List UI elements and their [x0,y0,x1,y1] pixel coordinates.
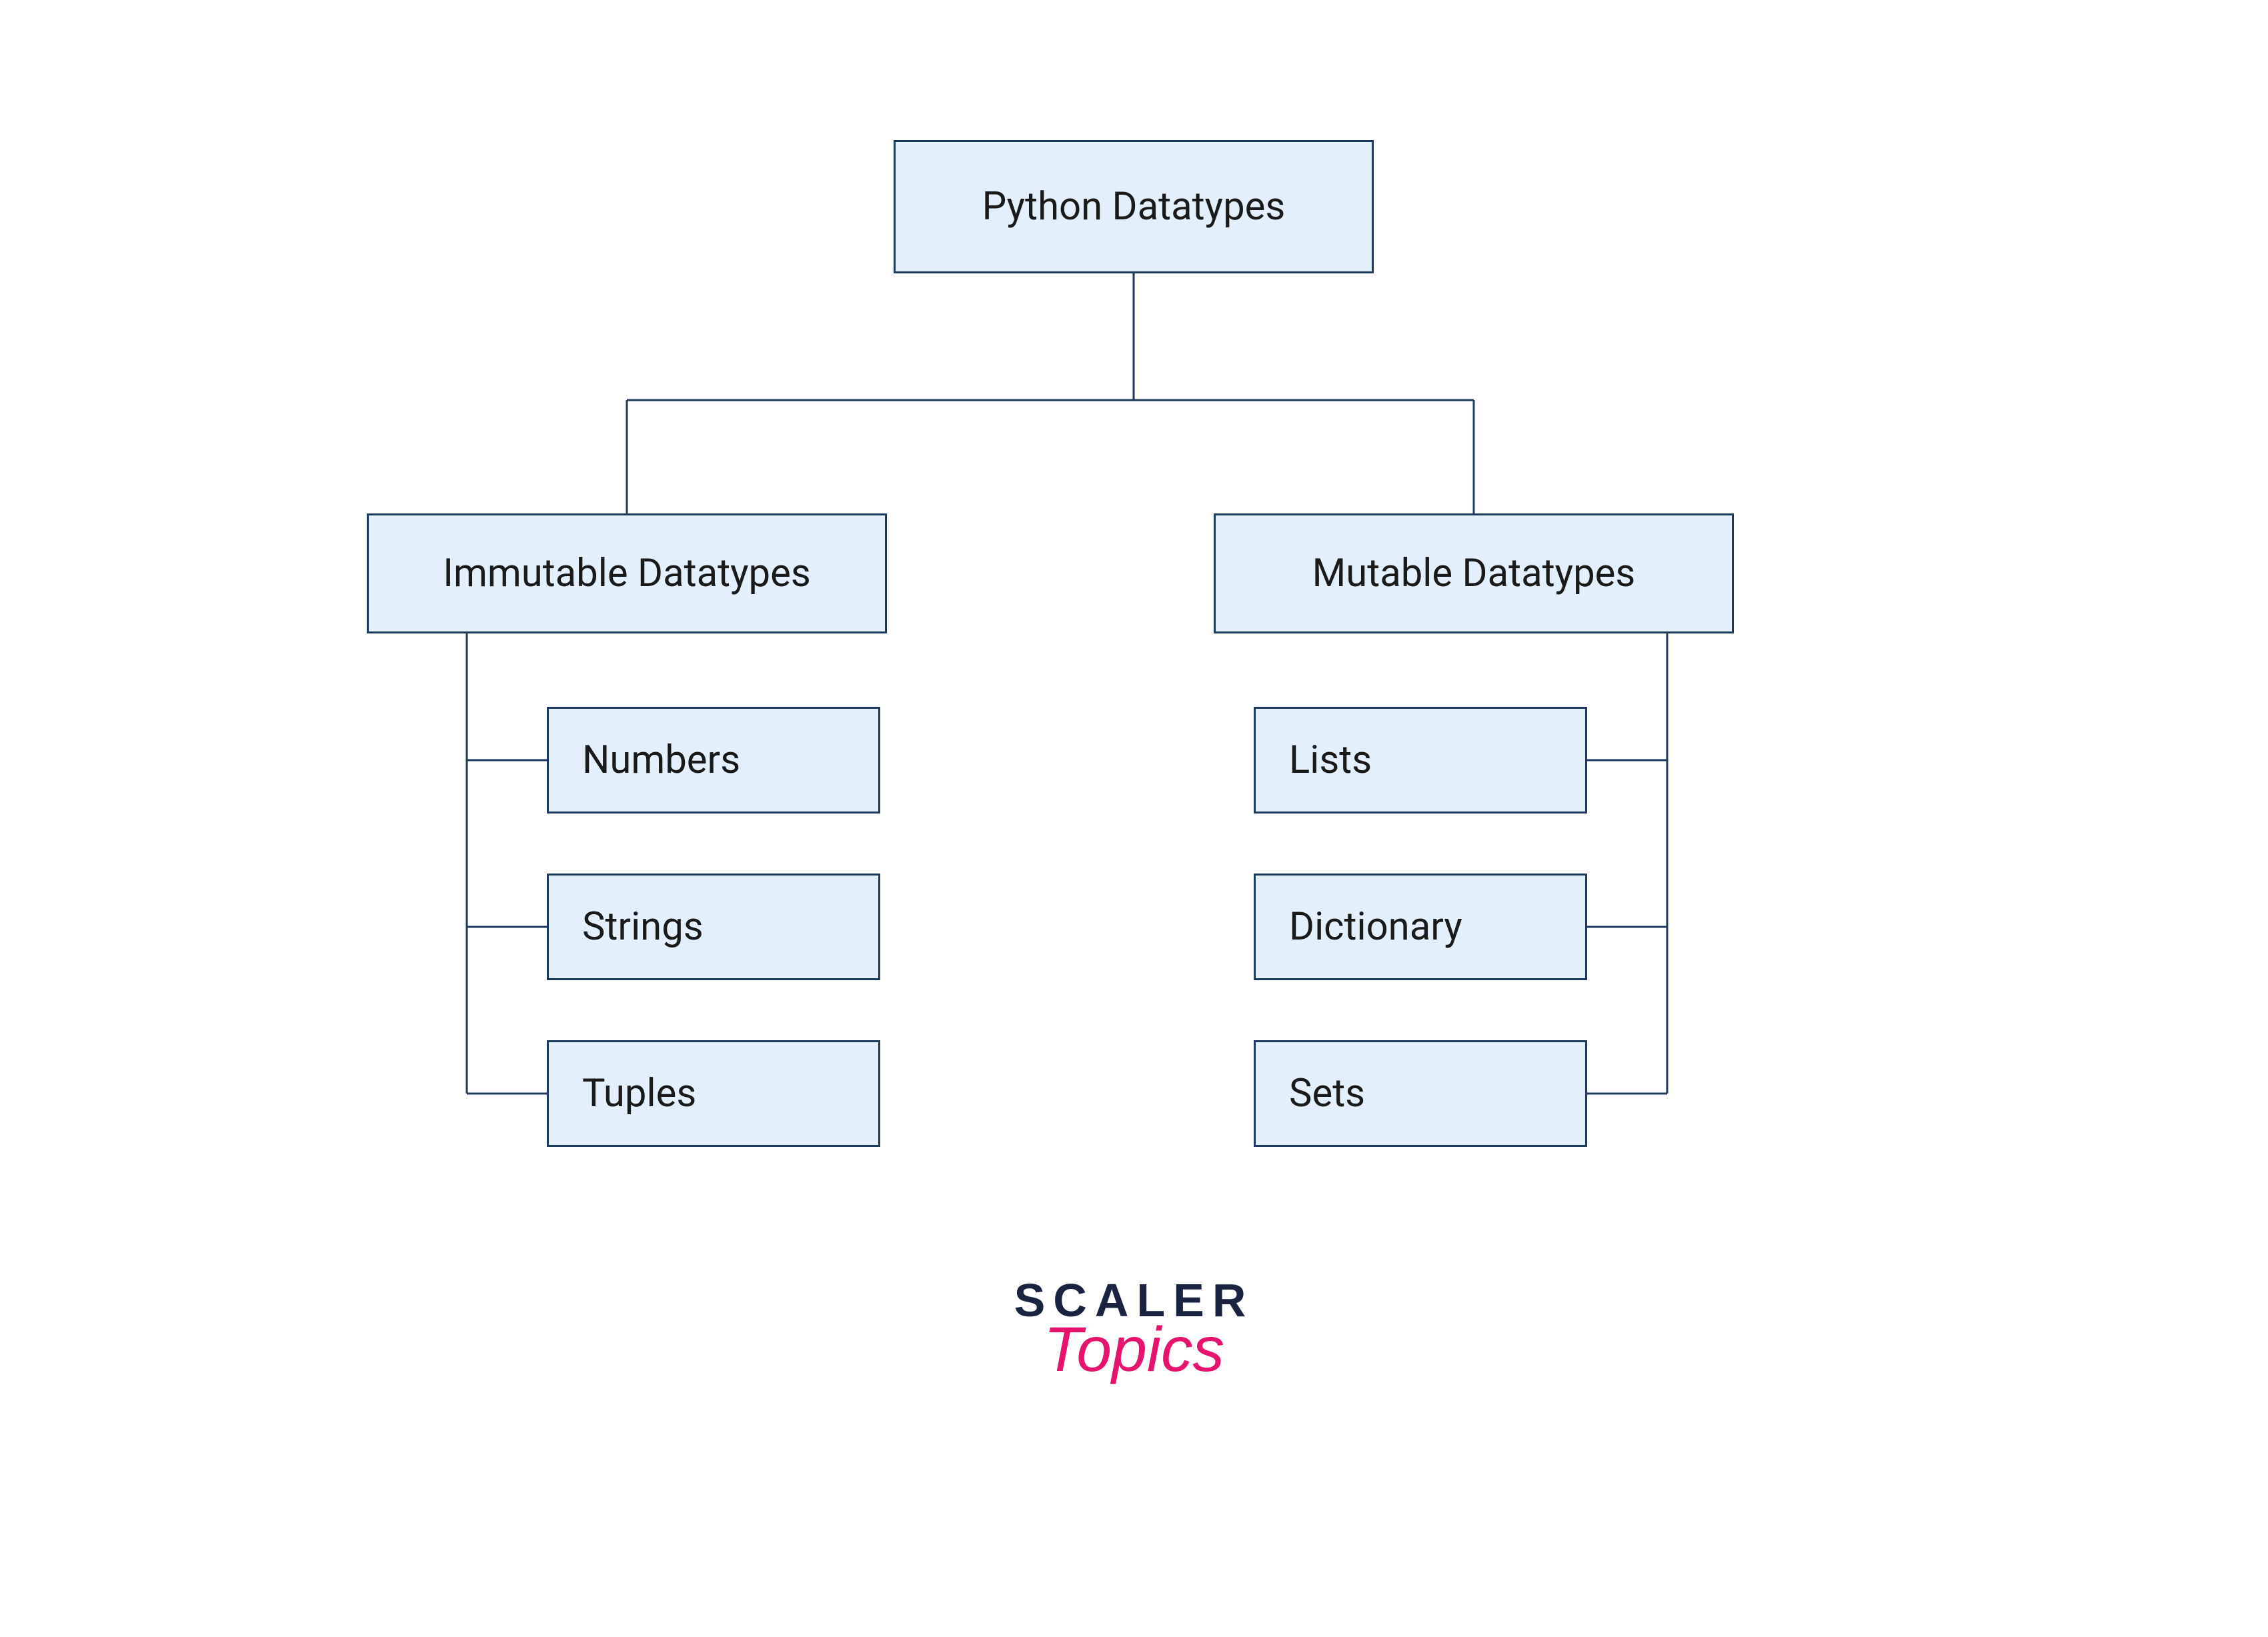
scaler-topics-logo: SCALER Topics [1014,1274,1254,1386]
immutable-label: Immutable Datatypes [443,551,811,596]
leaf-label: Numbers [582,737,740,783]
leaf-lists: Lists [1254,707,1587,813]
leaf-label: Sets [1289,1071,1365,1116]
leaf-strings: Strings [547,874,880,980]
leaf-dictionary: Dictionary [1254,874,1587,980]
python-datatypes-diagram: Python Datatypes Immutable Datatypes Mut… [0,0,2268,1637]
leaf-label: Strings [582,904,704,950]
leaf-tuples: Tuples [547,1040,880,1147]
mutable-label: Mutable Datatypes [1312,551,1636,596]
leaf-label: Tuples [582,1071,696,1116]
leaf-sets: Sets [1254,1040,1587,1147]
leaf-label: Lists [1289,737,1372,783]
leaf-numbers: Numbers [547,707,880,813]
logo-line2: Topics [1014,1314,1254,1386]
immutable-category-node: Immutable Datatypes [367,513,887,633]
mutable-category-node: Mutable Datatypes [1214,513,1734,633]
leaf-label: Dictionary [1289,904,1462,950]
root-label: Python Datatypes [982,184,1286,229]
root-node: Python Datatypes [894,140,1374,273]
